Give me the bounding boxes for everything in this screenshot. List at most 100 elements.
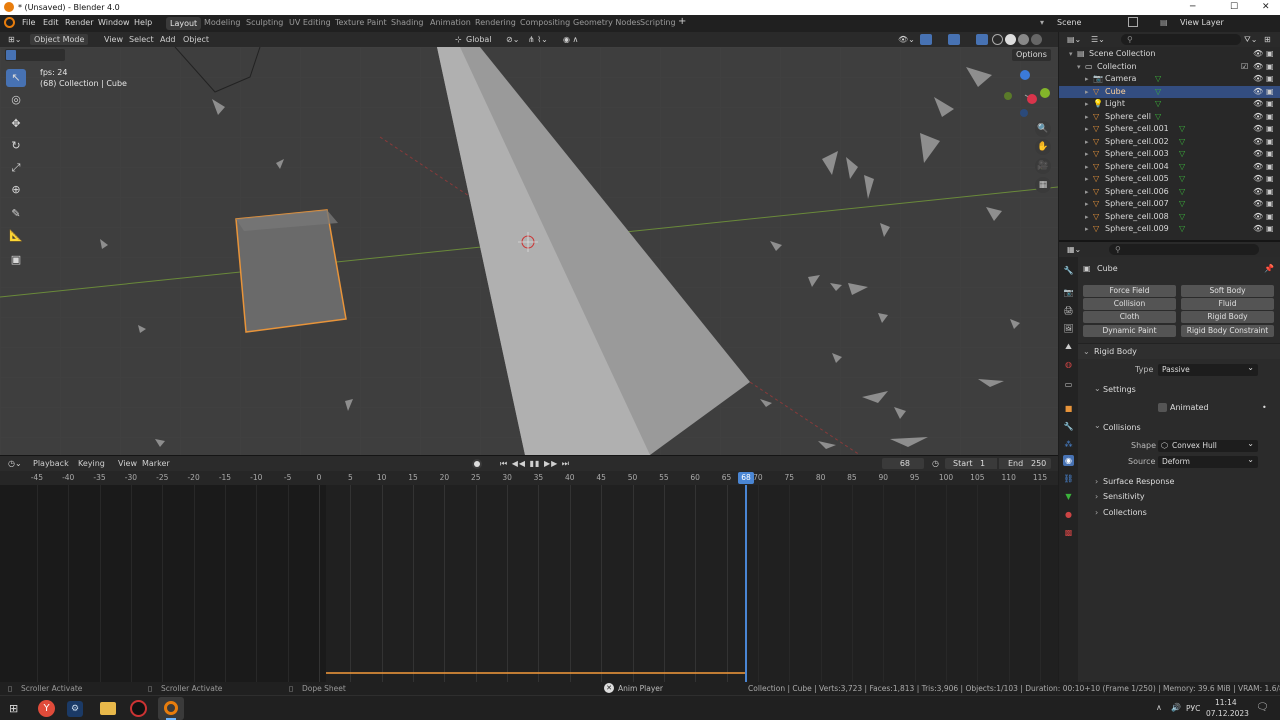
3d-viewport[interactable]: fps: 24 (68) Collection | Cube Options ↖… bbox=[0, 47, 1058, 455]
menu-add[interactable]: Add bbox=[160, 34, 176, 45]
mesh-data-icon[interactable]: ▽ bbox=[1179, 198, 1185, 211]
playback-controls[interactable]: ⏮ ◀◀ ▮▮ ▶▶ ⏭ bbox=[500, 458, 570, 469]
gizmo-toggle-icon[interactable] bbox=[920, 34, 932, 45]
overlay-toggle-icon[interactable] bbox=[948, 34, 960, 45]
constraints-tab-icon[interactable]: ⛓ bbox=[1063, 473, 1074, 484]
visibility-eye-icon[interactable]: 👁 bbox=[1253, 123, 1263, 136]
expand-arrow-icon[interactable]: ▸ bbox=[1085, 136, 1089, 149]
visibility-eye-icon[interactable]: 👁 bbox=[1253, 48, 1263, 61]
expand-arrow-icon[interactable]: ▸ bbox=[1085, 211, 1089, 224]
exclude-checkbox-icon[interactable]: ☑ bbox=[1241, 61, 1248, 74]
new-scene-icon[interactable] bbox=[1128, 17, 1138, 27]
xray-toggle-icon[interactable] bbox=[976, 34, 988, 45]
tab-sculpting[interactable]: Sculpting bbox=[246, 18, 283, 27]
expand-arrow-icon[interactable]: ▸ bbox=[1085, 161, 1089, 174]
cloth-button[interactable]: Cloth bbox=[1083, 311, 1176, 323]
outliner-editor-icon[interactable]: ▤⌄ bbox=[1067, 34, 1081, 45]
filter-icon[interactable]: ⛛⌄ bbox=[1244, 34, 1257, 45]
close-icon[interactable]: ✕ bbox=[1262, 2, 1270, 12]
expand-arrow-icon[interactable]: ▸ bbox=[1085, 123, 1089, 136]
visibility-eye-icon[interactable]: 👁 bbox=[1253, 161, 1263, 174]
start-frame-field[interactable]: 1 bbox=[980, 458, 985, 469]
tab-modeling[interactable]: Modeling bbox=[204, 18, 240, 27]
render-tab-icon[interactable]: 📷 bbox=[1063, 287, 1074, 298]
expand-arrow-icon[interactable]: ▸ bbox=[1085, 223, 1089, 236]
output-tab-icon[interactable]: 🖨 bbox=[1063, 305, 1074, 316]
menu-edit[interactable]: Edit bbox=[43, 18, 59, 27]
mesh-data-icon[interactable]: ▽ bbox=[1155, 73, 1161, 86]
render-visibility-icon[interactable]: ▣ bbox=[1266, 186, 1274, 199]
select-tool-icon[interactable]: ↖ bbox=[6, 69, 26, 87]
outliner-row[interactable]: ▸ ▽ Sphere_cell.004 ▽ 👁 ▣ bbox=[1059, 161, 1280, 174]
tab-uv-editing[interactable]: UV Editing bbox=[289, 18, 331, 27]
menu-window[interactable]: Window bbox=[98, 18, 130, 27]
transform-tool-icon[interactable]: ⊕ bbox=[6, 181, 26, 199]
force-field-button[interactable]: Force Field bbox=[1083, 285, 1176, 297]
view-layer-tab-icon[interactable]: 🖼 bbox=[1063, 323, 1074, 334]
collection-tab-icon[interactable]: ▭ bbox=[1063, 379, 1074, 390]
properties-editor-icon[interactable]: ▦⌄ bbox=[1067, 244, 1081, 255]
expand-arrow-icon[interactable]: ▸ bbox=[1085, 111, 1089, 124]
settings-expand-icon[interactable]: ⌄ bbox=[1094, 384, 1101, 393]
render-visibility-icon[interactable]: ▣ bbox=[1266, 111, 1274, 124]
clock-date[interactable]: 07.12.2023 bbox=[1206, 709, 1249, 718]
cancel-job-icon[interactable]: ✕ bbox=[604, 683, 614, 693]
outliner-row[interactable]: ▸ ▽ Cube ▽ 👁 ▣ bbox=[1059, 85, 1280, 98]
expand-arrow-icon[interactable]: ▸ bbox=[1085, 73, 1089, 86]
tab-geometry-nodes[interactable]: Geometry Nodes bbox=[573, 18, 640, 27]
rotate-tool-icon[interactable]: ↻ bbox=[6, 137, 26, 155]
visibility-eye-icon[interactable]: 👁 bbox=[1253, 61, 1263, 74]
collisions-expand-icon[interactable]: ⌄ bbox=[1094, 421, 1101, 430]
material-shading-icon[interactable] bbox=[1018, 34, 1029, 45]
modifier-tab-icon[interactable]: 🔧 bbox=[1063, 421, 1074, 432]
mesh-data-icon[interactable]: ▽ bbox=[1179, 123, 1185, 136]
outliner-search-input[interactable]: ⚲ bbox=[1121, 34, 1241, 45]
timeline-editor-icon[interactable]: ◷⌄ bbox=[8, 458, 22, 469]
object-tab-icon[interactable]: ■ bbox=[1063, 403, 1074, 414]
outliner-row[interactable]: ▾ ▤ Scene Collection 👁 ▣ bbox=[1059, 48, 1280, 61]
move-tool-icon[interactable]: ✥ bbox=[6, 115, 26, 133]
clock-time[interactable]: 11:14 bbox=[1215, 698, 1237, 707]
dynamic-paint-button[interactable]: Dynamic Paint bbox=[1083, 325, 1176, 337]
mesh-data-icon[interactable]: ▽ bbox=[1179, 148, 1185, 161]
soft-body-button[interactable]: Soft Body bbox=[1181, 285, 1274, 297]
tab-animation[interactable]: Animation bbox=[430, 18, 471, 27]
render-visibility-icon[interactable]: ▣ bbox=[1266, 198, 1274, 211]
windows-start-icon[interactable]: ⊞ bbox=[9, 702, 18, 715]
add-cube-tool-icon[interactable]: ▣ bbox=[6, 251, 26, 269]
rigid-body-constraint-button[interactable]: Rigid Body Constraint bbox=[1181, 325, 1274, 337]
scene-tab-icon[interactable]: ⛰ bbox=[1063, 341, 1074, 352]
menu-help[interactable]: Help bbox=[134, 18, 152, 27]
visibility-eye-icon[interactable]: 👁 bbox=[1253, 111, 1263, 124]
options-dropdown[interactable]: Options bbox=[1012, 49, 1051, 61]
solid-shading-icon[interactable] bbox=[1005, 34, 1016, 45]
visibility-eye-icon[interactable]: 👁 bbox=[1253, 198, 1263, 211]
tab-texture-paint[interactable]: Texture Paint bbox=[335, 18, 387, 27]
menu-keying[interactable]: Keying bbox=[78, 458, 105, 469]
expand-arrow-icon[interactable]: ▸ bbox=[1085, 148, 1089, 161]
expand-arrow-icon[interactable]: ▸ bbox=[1085, 186, 1089, 199]
world-tab-icon[interactable]: ◍ bbox=[1063, 359, 1074, 370]
timeline-body[interactable] bbox=[0, 485, 1058, 682]
tray-chevron-icon[interactable]: ∧ bbox=[1156, 703, 1162, 712]
sensitivity-subpanel[interactable]: Sensitivity bbox=[1103, 492, 1145, 501]
render-visibility-icon[interactable]: ▣ bbox=[1266, 223, 1274, 236]
shape-dropdown[interactable]: Convex Hull bbox=[1158, 438, 1258, 452]
tool-tab-icon[interactable]: 🔧 bbox=[1063, 265, 1074, 276]
notifications-icon[interactable]: 🗨 bbox=[1256, 702, 1269, 713]
render-visibility-icon[interactable]: ▣ bbox=[1266, 136, 1274, 149]
mesh-data-icon[interactable]: ▽ bbox=[1155, 111, 1161, 124]
outliner-row[interactable]: ▸ ▽ Sphere_cell.009 ▽ 👁 ▣ bbox=[1059, 223, 1280, 236]
outliner-row[interactable]: ▸ 📷 Camera ▽ 👁 ▣ bbox=[1059, 73, 1280, 86]
menu-marker[interactable]: Marker bbox=[142, 458, 170, 469]
surface-response-expand-icon[interactable]: › bbox=[1095, 477, 1098, 486]
file-explorer-icon[interactable] bbox=[100, 702, 116, 715]
rigid-body-panel-header[interactable]: ⌄ Rigid Body bbox=[1078, 343, 1280, 359]
menu-file[interactable]: File bbox=[22, 18, 35, 27]
visibility-eye-icon[interactable]: 👁 bbox=[1253, 186, 1263, 199]
render-visibility-icon[interactable]: ▣ bbox=[1266, 123, 1274, 136]
render-visibility-icon[interactable]: ▣ bbox=[1266, 173, 1274, 186]
particles-tab-icon[interactable]: ⁂ bbox=[1063, 439, 1074, 450]
mesh-data-icon[interactable]: ▽ bbox=[1179, 211, 1185, 224]
current-frame-field[interactable]: 68 bbox=[882, 458, 924, 469]
